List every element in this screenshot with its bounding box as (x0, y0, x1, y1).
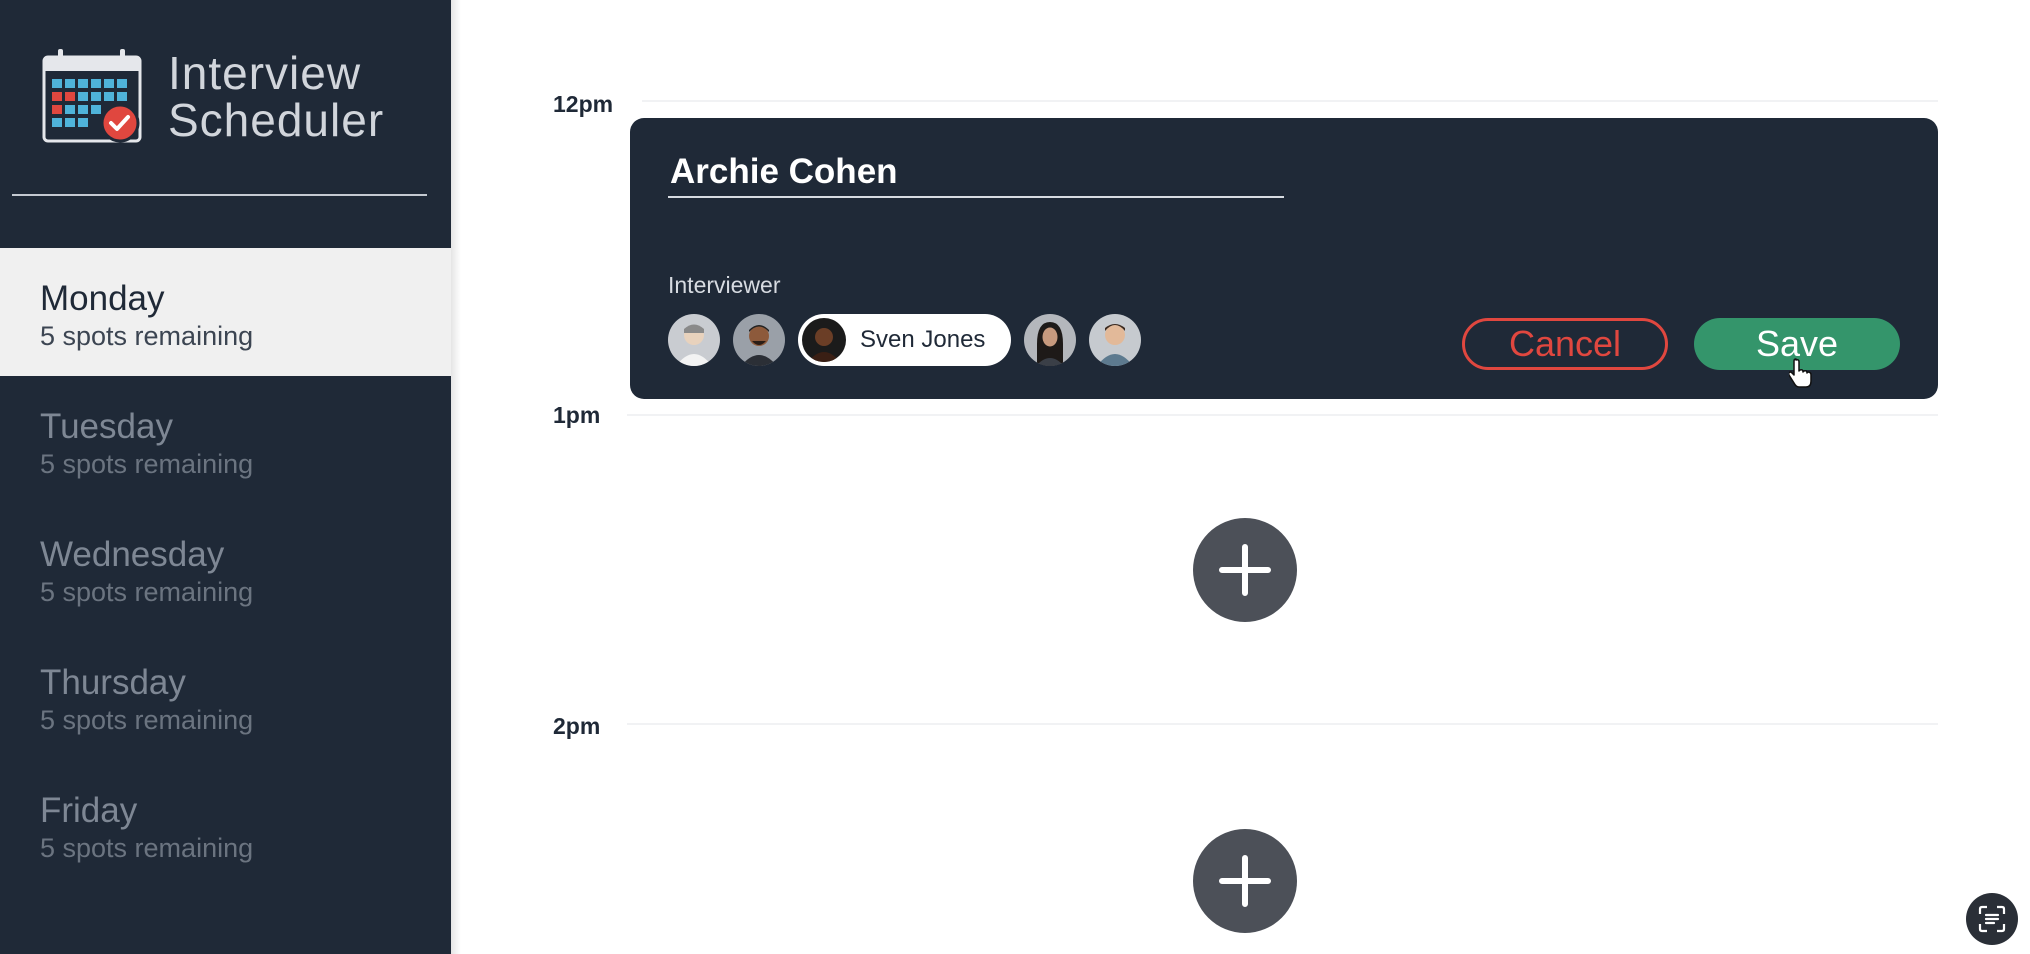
day-name: Wednesday (40, 535, 225, 574)
day-spots: 5 spots remaining (40, 321, 254, 351)
add-appointment-button[interactable] (1193, 829, 1297, 933)
add-appointment-button[interactable] (1193, 518, 1297, 622)
sidebar-day-monday[interactable]: Monday 5 spots remaining (0, 248, 451, 376)
student-name-underline (668, 196, 1284, 198)
selected-interviewer-name: Sven Jones (860, 326, 986, 353)
sidebar-day-tuesday[interactable]: Tuesday 5 spots remaining (0, 376, 451, 504)
time-label-2pm: 2pm (553, 713, 601, 739)
hour-divider (627, 414, 1938, 416)
calendar-check-icon (42, 49, 142, 143)
sidebar-day-friday[interactable]: Friday 5 spots remaining (0, 760, 451, 888)
day-name: Monday (40, 279, 165, 318)
interviewer-avatar[interactable] (668, 314, 720, 366)
selected-interviewer-avatar (802, 318, 846, 362)
student-name-input[interactable]: Archie Cohen (670, 152, 898, 192)
interviewer-avatar[interactable] (733, 314, 785, 366)
selected-interviewer-chip[interactable]: Sven Jones (798, 314, 1012, 366)
plus-icon (1219, 855, 1271, 907)
hour-divider (642, 100, 1938, 102)
sidebar: Interview Scheduler Monday 5 spots remai… (0, 0, 451, 954)
brand: Interview Scheduler (40, 42, 384, 152)
interviewer-list: Sven Jones (668, 314, 1154, 366)
time-label-12pm: 12pm (553, 91, 614, 117)
sidebar-day-thursday[interactable]: Thursday 5 spots remaining (0, 632, 451, 760)
sidebar-day-wednesday[interactable]: Wednesday 5 spots remaining (0, 504, 451, 632)
day-spots: 5 spots remaining (40, 577, 254, 607)
time-label-1pm: 1pm (553, 402, 601, 428)
plus-icon (1219, 544, 1271, 596)
interviewer-avatar[interactable] (1089, 314, 1142, 366)
hour-divider (627, 723, 1938, 725)
day-name: Tuesday (40, 407, 173, 446)
interviewer-avatar[interactable] (1024, 314, 1077, 366)
day-spots: 5 spots remaining (40, 705, 254, 735)
text-scan-button[interactable] (1966, 893, 2018, 945)
day-spots: 5 spots remaining (40, 449, 254, 479)
sidebar-divider (12, 194, 427, 196)
day-spots: 5 spots remaining (40, 833, 254, 863)
cancel-button[interactable]: Cancel (1462, 318, 1668, 370)
pointer-cursor-icon (1789, 358, 1812, 388)
scan-text-icon (1978, 905, 2006, 933)
day-name: Thursday (40, 663, 186, 702)
day-name: Friday (40, 791, 138, 830)
app-title: Interview Scheduler (168, 47, 385, 146)
interviewer-label: Interviewer (668, 272, 781, 298)
sidebar-shadow (451, 0, 461, 954)
appointment-form: Archie Cohen Interviewer Sven Jones Canc… (630, 118, 1938, 399)
